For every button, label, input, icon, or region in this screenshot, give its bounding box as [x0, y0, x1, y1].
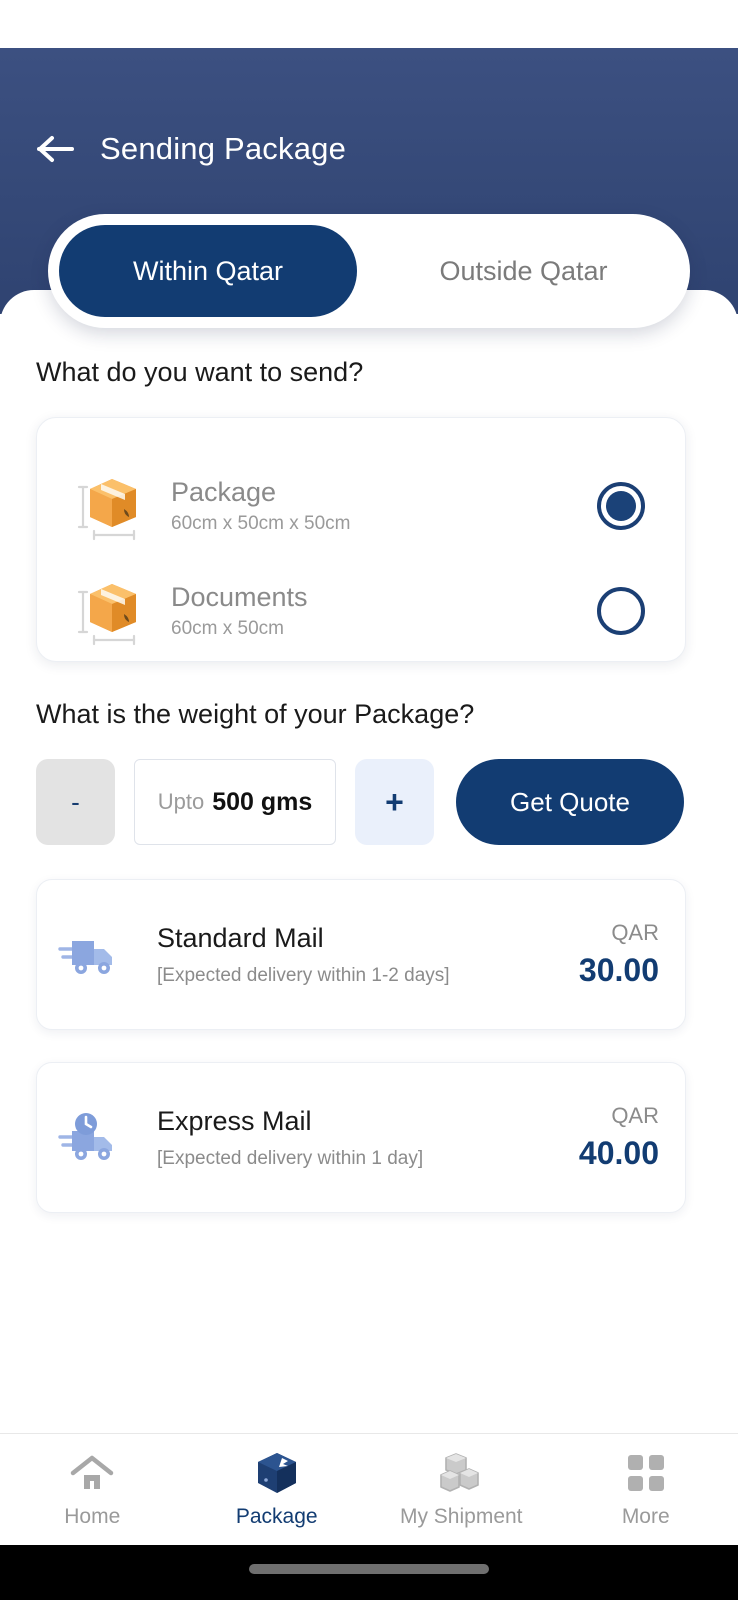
- radio-package[interactable]: [597, 482, 645, 530]
- nav-item-more[interactable]: More: [554, 1434, 738, 1546]
- mail-option-amount: 40.00: [578, 1135, 659, 1171]
- mail-option-currency: QAR: [611, 920, 659, 945]
- home-indicator[interactable]: [249, 1564, 489, 1574]
- send-option-dimensions: 60cm x 50cm: [171, 618, 284, 640]
- package-box-icon: [65, 574, 157, 648]
- weight-input[interactable]: Upto 500 gms: [134, 759, 336, 845]
- mail-option-text: Standard Mail [Expected delivery within …: [157, 923, 579, 987]
- mail-option-price: QAR 40.00: [579, 1103, 659, 1172]
- mail-option-express[interactable]: Express Mail [Expected delivery within 1…: [36, 1062, 686, 1213]
- mail-option-name: Express Mail: [157, 1105, 312, 1136]
- package-cube-icon: [255, 1450, 299, 1496]
- boxes-icon: [436, 1450, 486, 1496]
- nav-item-package-label: Package: [235, 1505, 318, 1528]
- nav-item-my-shipment-label: My Shipment: [399, 1505, 523, 1528]
- increment-weight-label: +: [385, 783, 404, 820]
- send-option-name: Package: [171, 476, 277, 507]
- home-icon: [69, 1450, 115, 1496]
- tab-outside-qatar[interactable]: Outside Qatar: [357, 225, 690, 317]
- decrement-weight-label: -: [71, 786, 80, 817]
- send-option-package[interactable]: Package 60cm x 50cm x 50cm: [37, 456, 687, 556]
- send-option-name: Documents: [171, 581, 308, 612]
- decrement-weight-button[interactable]: -: [36, 759, 115, 845]
- mail-option-standard[interactable]: Standard Mail [Expected delivery within …: [36, 879, 686, 1030]
- arrow-left-icon[interactable]: [34, 133, 78, 165]
- get-quote-label: Get Quote: [510, 786, 630, 817]
- send-option-text: Package 60cm x 50cm x 50cm: [171, 477, 597, 536]
- get-quote-button[interactable]: Get Quote: [456, 759, 684, 845]
- page-title: Sending Package: [100, 131, 347, 166]
- send-type-card: Package 60cm x 50cm x 50cm Documents 60c…: [36, 417, 686, 662]
- send-option-dimensions: 60cm x 50cm x 50cm: [171, 513, 351, 535]
- tab-outside-qatar-label: Outside Qatar: [439, 255, 608, 286]
- increment-weight-button[interactable]: +: [355, 759, 434, 845]
- weight-prefix-label: Upto: [157, 789, 205, 814]
- mail-option-amount: 30.00: [578, 952, 659, 988]
- header-row: Sending Package: [34, 131, 346, 167]
- mail-option-price: QAR 30.00: [579, 920, 659, 989]
- mail-option-eta: [Expected delivery within 1 day]: [157, 1147, 424, 1169]
- mail-option-currency: QAR: [611, 1103, 659, 1128]
- mail-option-eta: [Expected delivery within 1-2 days]: [157, 964, 450, 986]
- nav-item-more-label: More: [621, 1505, 670, 1528]
- tab-within-qatar-label: Within Qatar: [132, 255, 284, 286]
- nav-item-home[interactable]: Home: [0, 1434, 185, 1546]
- send-type-question: What do you want to send?: [36, 357, 364, 387]
- weight-question: What is the weight of your Package?: [36, 699, 475, 729]
- radio-package-dot: [606, 491, 636, 521]
- send-option-documents[interactable]: Documents 60cm x 50cm: [37, 561, 687, 661]
- delivery-truck-icon: [37, 931, 141, 979]
- nav-item-my-shipment[interactable]: My Shipment: [369, 1434, 554, 1546]
- grid-icon: [626, 1450, 666, 1496]
- mail-option-text: Express Mail [Expected delivery within 1…: [157, 1106, 579, 1170]
- weight-stepper: - Upto 500 gms + Get Quote: [36, 759, 684, 845]
- nav-item-home-label: Home: [64, 1505, 121, 1528]
- gesture-bar: [0, 1545, 738, 1600]
- weight-value: 500 gms: [212, 787, 313, 816]
- mail-option-name: Standard Mail: [157, 922, 324, 953]
- tab-within-qatar[interactable]: Within Qatar: [59, 225, 357, 317]
- package-box-icon: [65, 469, 157, 543]
- scope-tabs: Within Qatar Outside Qatar: [48, 214, 690, 328]
- send-option-text: Documents 60cm x 50cm: [171, 582, 597, 641]
- nav-item-package[interactable]: Package: [185, 1434, 370, 1546]
- app-screen: Sending Package Within Qatar Outside Qat…: [0, 0, 738, 1600]
- radio-documents[interactable]: [597, 587, 645, 635]
- status-bar: [0, 0, 738, 48]
- express-truck-icon: [37, 1111, 141, 1165]
- bottom-navigation: Home Package My Shipment More: [0, 1433, 738, 1545]
